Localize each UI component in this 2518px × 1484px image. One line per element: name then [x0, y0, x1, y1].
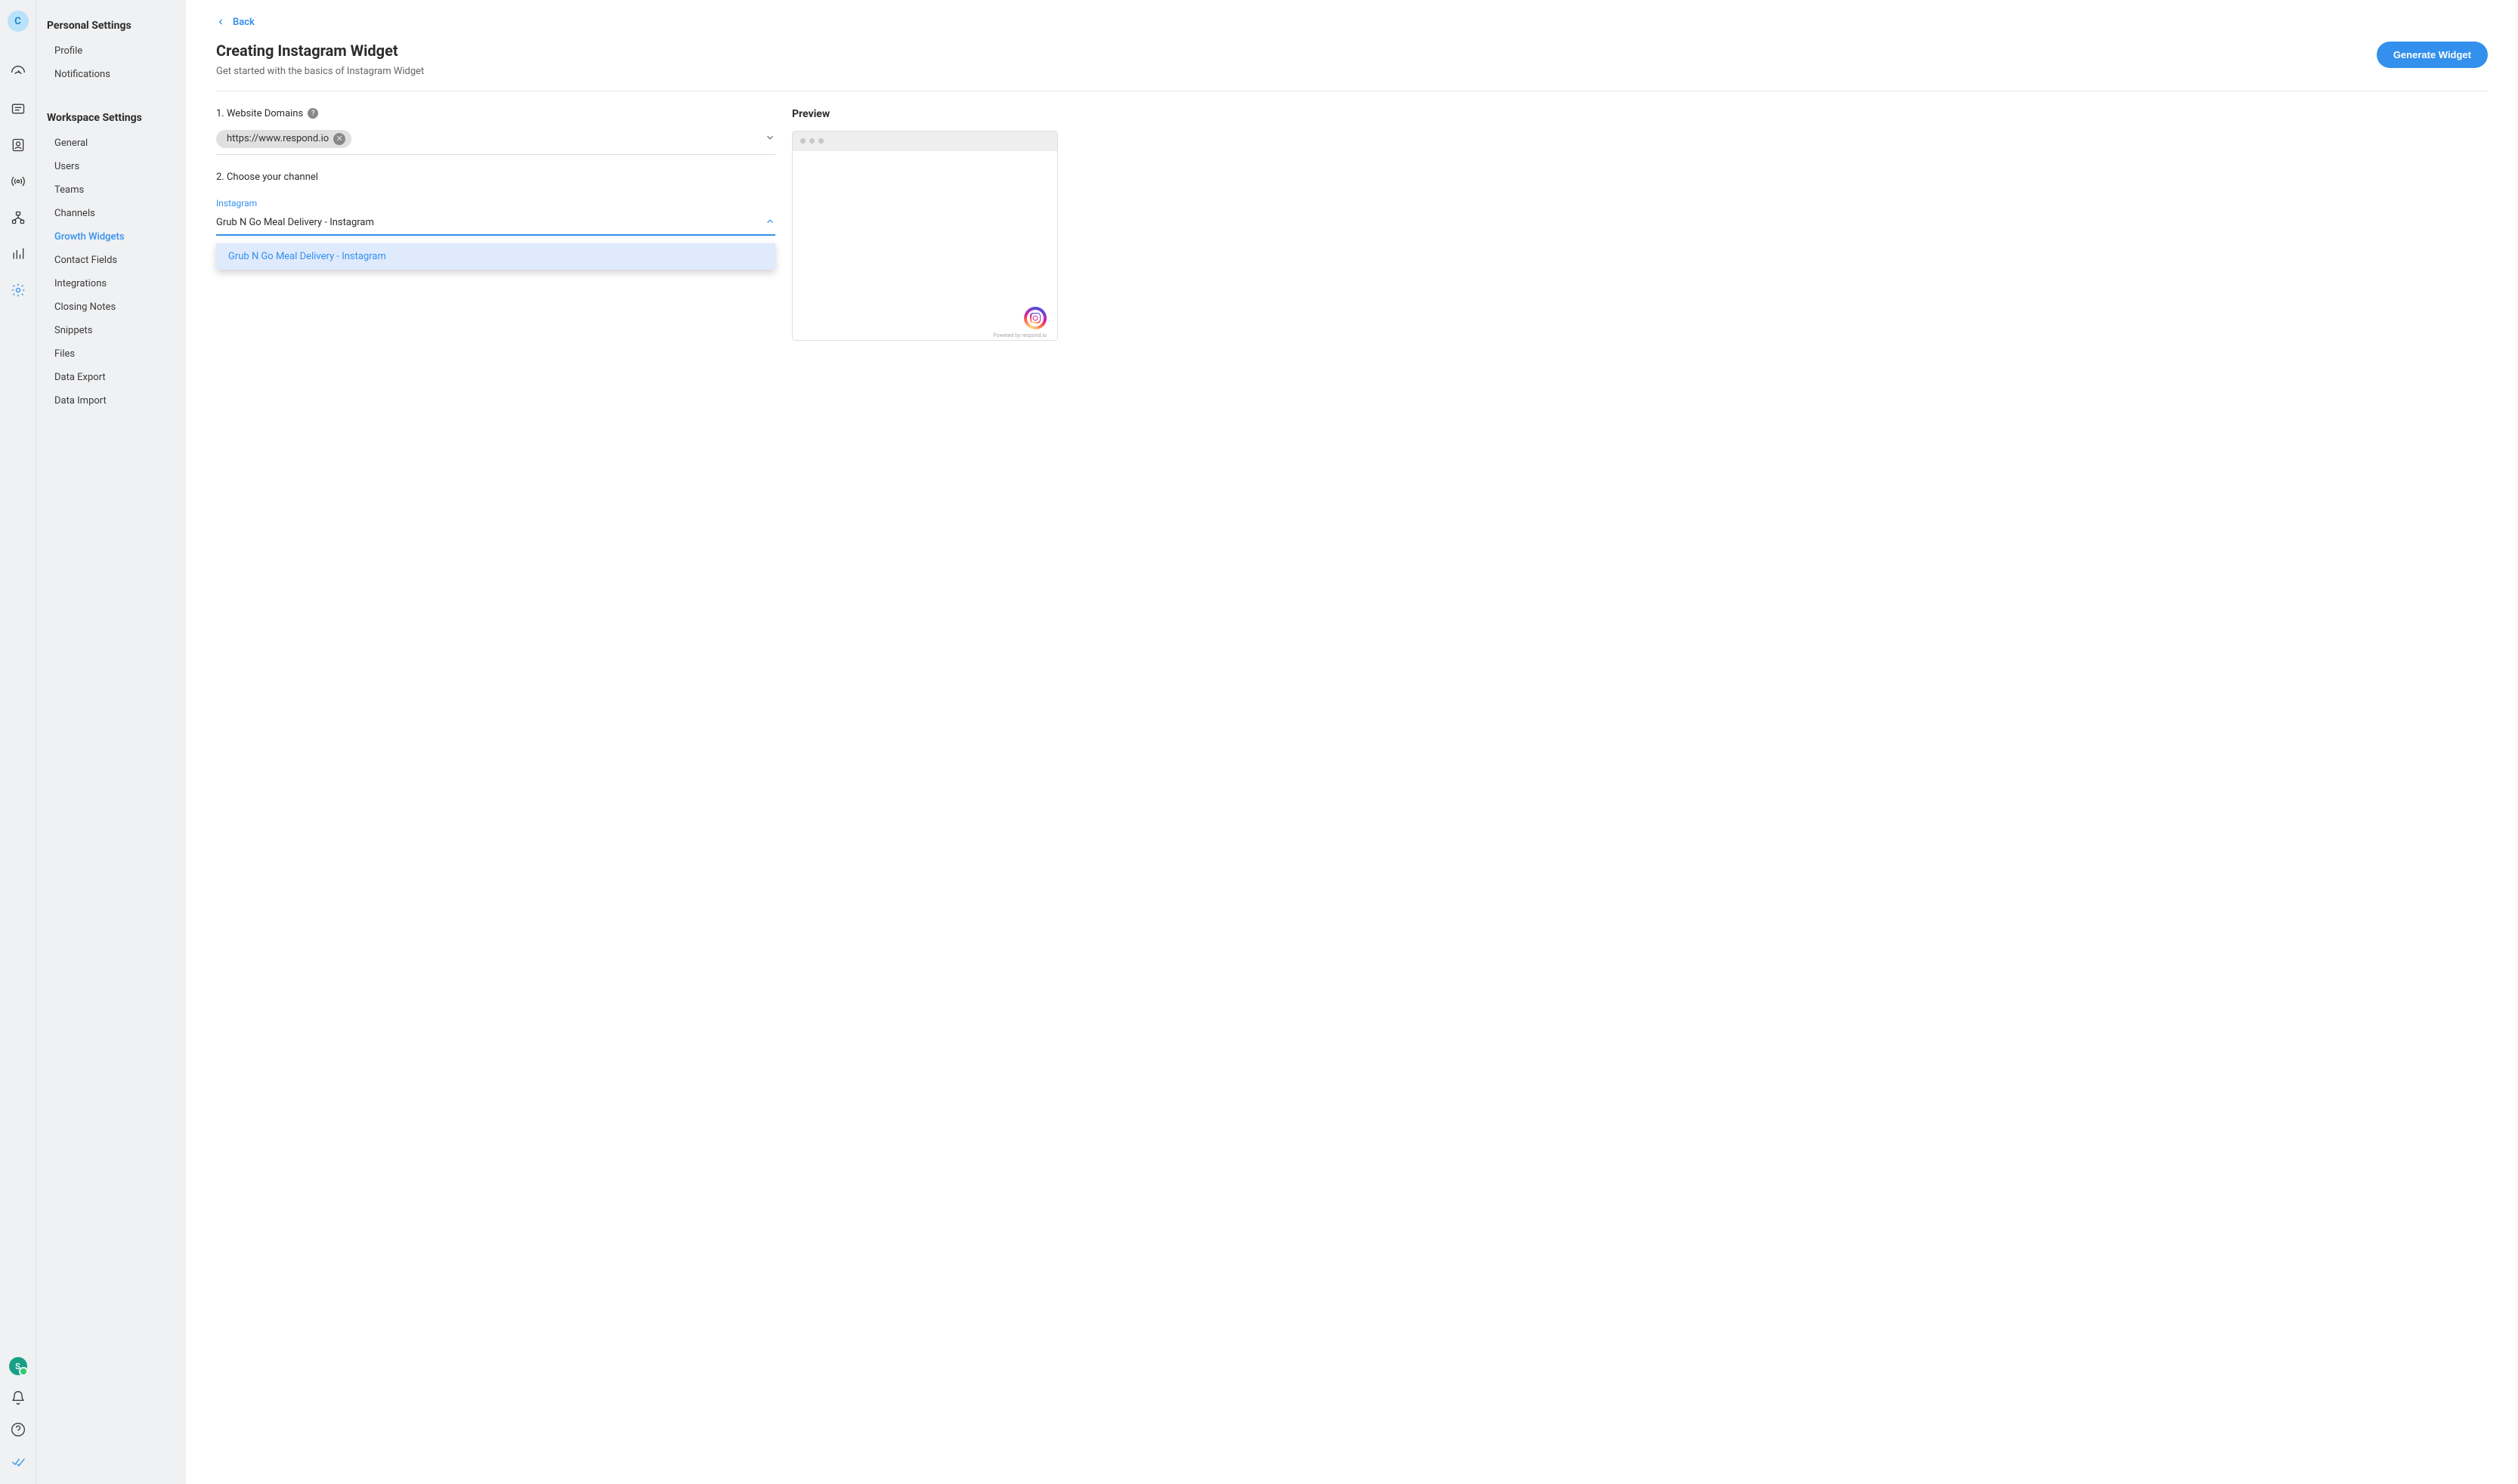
- channel-dropdown: Grub N Go Meal Delivery - Instagram: [216, 243, 775, 270]
- nav-files[interactable]: Files: [36, 342, 186, 366]
- instagram-icon: [1030, 313, 1041, 323]
- preview-box: Powered by respond.io: [792, 131, 1058, 341]
- section-workspace: Workspace Settings: [36, 107, 186, 131]
- back-link[interactable]: Back: [216, 17, 255, 28]
- preview-body: Powered by respond.io: [793, 151, 1057, 340]
- nav-closing-notes[interactable]: Closing Notes: [36, 295, 186, 319]
- preview-title: Preview: [792, 108, 1058, 120]
- messages-icon[interactable]: [9, 100, 27, 118]
- nav-contact-fields[interactable]: Contact Fields: [36, 249, 186, 272]
- step1-label: 1. Website Domains ?: [216, 108, 775, 119]
- channel-type-label: Instagram: [216, 198, 775, 209]
- user-avatar[interactable]: C: [8, 11, 29, 32]
- instagram-widget-fab[interactable]: [1024, 307, 1047, 329]
- settings-icon[interactable]: [9, 281, 27, 299]
- chip-remove-icon[interactable]: ✕: [333, 133, 345, 145]
- section-personal: Personal Settings: [36, 15, 186, 39]
- nav-snippets[interactable]: Snippets: [36, 319, 186, 342]
- page-title: Creating Instagram Widget: [216, 42, 424, 60]
- main-content: Back Creating Instagram Widget Get start…: [186, 0, 2518, 1484]
- broadcast-icon[interactable]: [9, 172, 27, 190]
- channel-select[interactable]: Grub N Go Meal Delivery - Instagram: [216, 213, 775, 236]
- domain-input[interactable]: https://www.respond.io ✕: [216, 127, 775, 155]
- contacts-icon[interactable]: [9, 136, 27, 154]
- powered-by-text: Powered by respond.io: [993, 332, 1047, 339]
- status-avatar[interactable]: S: [9, 1357, 27, 1375]
- chevron-up-icon: [765, 216, 775, 230]
- chevron-down-icon[interactable]: [765, 131, 775, 146]
- nav-integrations[interactable]: Integrations: [36, 272, 186, 295]
- nav-users[interactable]: Users: [36, 155, 186, 178]
- nav-general[interactable]: General: [36, 131, 186, 155]
- page-subtitle: Get started with the basics of Instagram…: [216, 66, 424, 77]
- brand-icon[interactable]: [9, 1452, 27, 1470]
- step2-label: 2. Choose your channel: [216, 172, 775, 183]
- nav-teams[interactable]: Teams: [36, 178, 186, 202]
- dropdown-option[interactable]: Grub N Go Meal Delivery - Instagram: [216, 243, 775, 270]
- settings-sidebar: Personal Settings Profile Notifications …: [36, 0, 186, 1484]
- nav-profile[interactable]: Profile: [36, 39, 186, 63]
- nav-notifications[interactable]: Notifications: [36, 63, 186, 86]
- workflow-icon[interactable]: [9, 209, 27, 227]
- nav-growth-widgets[interactable]: Growth Widgets: [36, 225, 186, 249]
- nav-channels[interactable]: Channels: [36, 202, 186, 225]
- domain-chip: https://www.respond.io ✕: [216, 130, 351, 148]
- dashboard-icon[interactable]: [9, 63, 27, 82]
- notifications-icon[interactable]: [9, 1389, 27, 1407]
- reports-icon[interactable]: [9, 245, 27, 263]
- generate-widget-button[interactable]: Generate Widget: [2377, 42, 2488, 68]
- nav-data-import[interactable]: Data Import: [36, 389, 186, 413]
- nav-data-export[interactable]: Data Export: [36, 366, 186, 389]
- back-label: Back: [233, 17, 255, 28]
- domain-chip-text: https://www.respond.io: [227, 133, 329, 144]
- selected-channel-text: Grub N Go Meal Delivery - Instagram: [216, 217, 374, 228]
- help-icon[interactable]: [9, 1421, 27, 1439]
- preview-browser-header: [793, 131, 1057, 151]
- help-tooltip-icon[interactable]: ?: [308, 108, 318, 119]
- icon-rail: C S: [0, 0, 36, 1484]
